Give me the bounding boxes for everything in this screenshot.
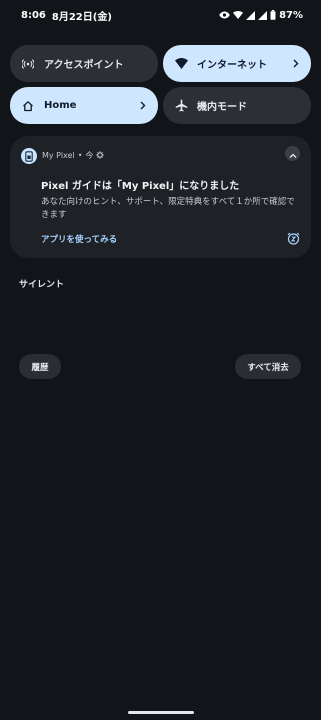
status-left: 8:06 8月22日(金) bbox=[21, 8, 112, 23]
history-button[interactable]: 履歴 bbox=[19, 354, 61, 379]
battery-icon bbox=[270, 10, 276, 20]
tile-airplane-label: 機内モード bbox=[197, 102, 247, 113]
notification-header: My Pixel • 今 bbox=[42, 150, 105, 161]
status-date: 8月22日(金) bbox=[51, 11, 112, 23]
snooze-icon bbox=[287, 230, 300, 249]
battery-percent: 87% bbox=[279, 9, 303, 21]
tile-internet-label: インターネット bbox=[197, 60, 267, 71]
wifi-icon bbox=[173, 56, 189, 72]
notification-card[interactable]: My Pixel • 今 Pixel ガイドは「My Pixel」になりました … bbox=[10, 136, 311, 258]
silent-section-label: サイレント bbox=[19, 280, 65, 290]
notification-separator: • bbox=[77, 151, 83, 160]
chevron-right-icon bbox=[138, 101, 148, 110]
status-bar: 8:06 8月22日(金) 87% bbox=[0, 0, 321, 30]
signal-icon-2 bbox=[258, 10, 268, 20]
notification-title: Pixel ガイドは「My Pixel」になりました bbox=[41, 181, 240, 192]
home-icon bbox=[20, 98, 36, 114]
status-right: 87% bbox=[219, 10, 303, 21]
wifi-icon bbox=[233, 11, 244, 19]
notification-app-name: My Pixel bbox=[42, 151, 75, 160]
tile-hotspot-label: アクセスポイント bbox=[44, 60, 124, 71]
gear-icon bbox=[96, 150, 105, 161]
collapse-button[interactable] bbox=[285, 146, 300, 161]
notification-body: あなた向けのヒント、サポート、限定特典をすべて１か所で確認できます bbox=[41, 197, 295, 220]
eye-icon bbox=[219, 11, 230, 19]
notification-action-button[interactable]: アプリを使ってみる bbox=[41, 233, 117, 245]
chevron-up-icon bbox=[289, 144, 297, 163]
my-pixel-app-icon bbox=[21, 148, 37, 164]
signal-icon bbox=[246, 10, 256, 20]
tile-home[interactable]: Home bbox=[10, 87, 158, 124]
snooze-button[interactable] bbox=[286, 232, 300, 246]
tile-airplane-mode[interactable]: 機内モード bbox=[163, 87, 311, 124]
home-indicator[interactable] bbox=[128, 711, 194, 714]
tile-internet[interactable]: インターネット bbox=[163, 45, 311, 82]
chevron-right-icon bbox=[291, 59, 301, 68]
tile-home-label: Home bbox=[44, 100, 77, 111]
clear-all-button[interactable]: すべて消去 bbox=[235, 354, 301, 379]
tile-hotspot[interactable]: アクセスポイント bbox=[10, 45, 158, 82]
hotspot-icon bbox=[20, 56, 36, 72]
notification-time: 今 bbox=[85, 151, 94, 160]
status-time: 8:06 bbox=[21, 9, 46, 21]
airplane-icon bbox=[173, 98, 189, 114]
